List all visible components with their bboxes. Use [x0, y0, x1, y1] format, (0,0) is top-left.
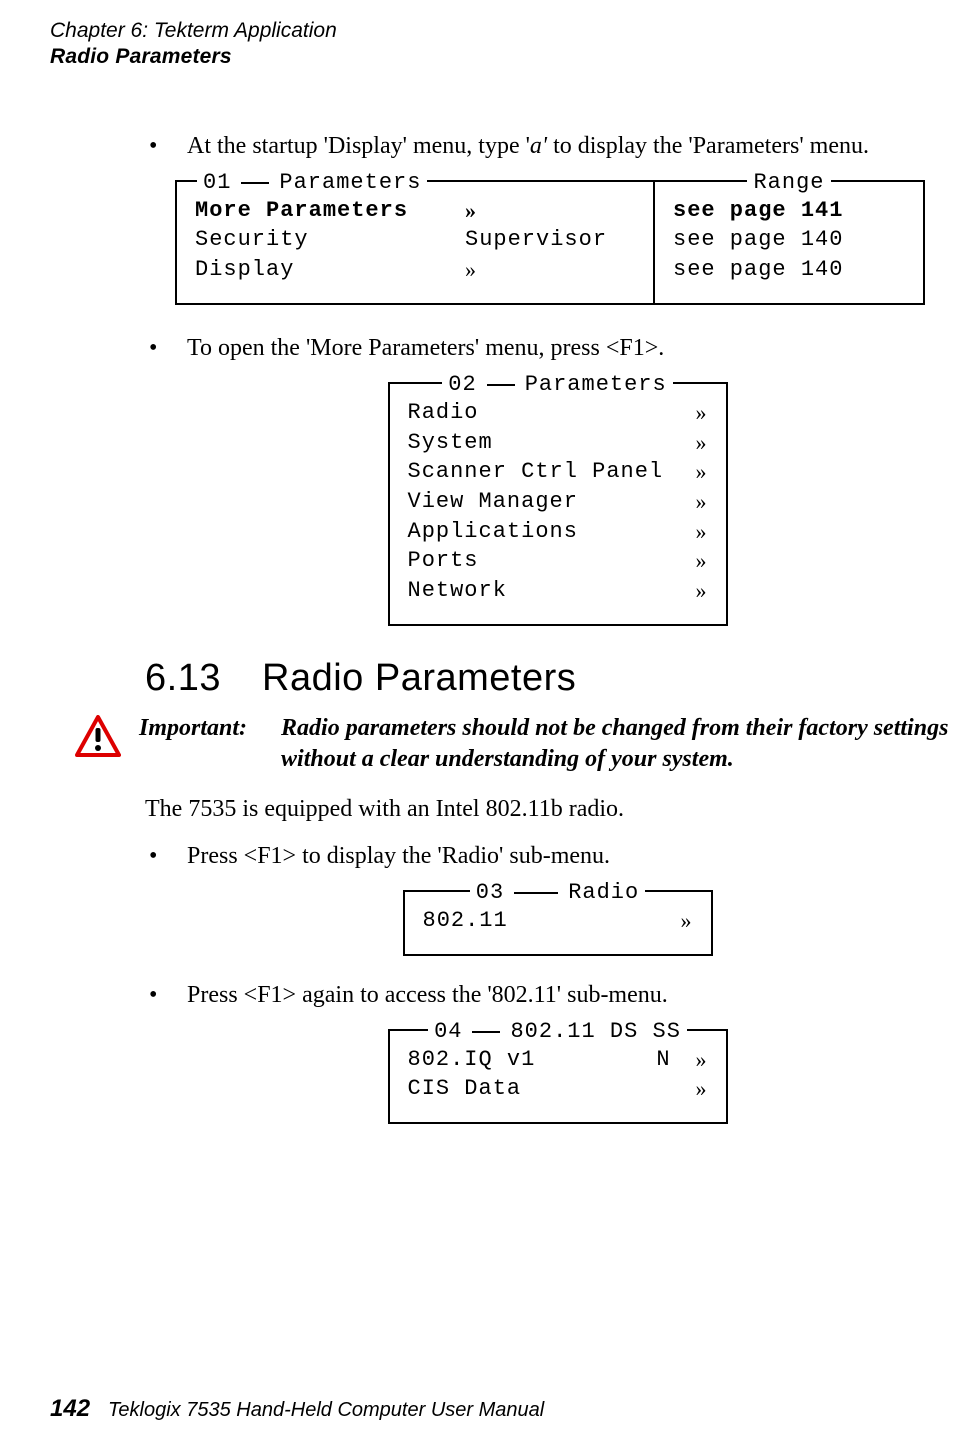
- menu-01-row-1: Security Supervisor: [195, 225, 635, 255]
- bullet-3-text: Press <F1> to display the 'Radio' sub-me…: [187, 843, 610, 869]
- menu-01-range-0-text: see page 141: [673, 196, 843, 226]
- menu-04-row-1-name: CIS Data: [408, 1074, 644, 1104]
- menu-03-item: 802.11: [423, 906, 681, 936]
- menu-01-row-2-val: »: [465, 255, 635, 285]
- menu-02-num: 02: [448, 370, 476, 400]
- menu-02-item-3: View Manager: [408, 487, 696, 517]
- menu-04-row-0: 802.IQ v1 N »: [408, 1045, 708, 1075]
- menu-04-row-0-mid: N: [644, 1045, 684, 1075]
- menu-01-row-1-val: Supervisor: [465, 225, 635, 255]
- legend-rule: [472, 1031, 500, 1033]
- arrow-icon: »: [696, 428, 708, 458]
- section-title: Radio Parameters: [262, 657, 576, 699]
- menu-01-range-1: see page 140: [673, 225, 905, 255]
- page-footer: 142 Teklogix 7535 Hand-Held Computer Use…: [50, 1395, 544, 1423]
- menu-02-item-1: System: [408, 428, 696, 458]
- book-title: Teklogix 7535 Hand-Held Computer User Ma…: [108, 1399, 544, 1422]
- menu-03-num: 03: [476, 878, 504, 908]
- menu-02-row-3: View Manager»: [408, 487, 708, 517]
- menu-01-range-0: see page 141: [673, 196, 905, 226]
- arrow-icon: »: [696, 398, 708, 428]
- menu-02-row-1: System»: [408, 428, 708, 458]
- arrow-icon: »: [696, 576, 708, 606]
- menu-02-title: Parameters: [525, 370, 667, 400]
- menu-03-title: Radio: [568, 878, 639, 908]
- menu-01-row-0: More Parameters »: [195, 196, 635, 226]
- menu-02-row-2: Scanner Ctrl Panel»: [408, 457, 708, 487]
- menu-04-num: 04: [434, 1017, 462, 1047]
- menu-02-parameters: 02 Parameters Radio» System» Scanner Ctr…: [388, 382, 728, 626]
- chapter-title: Chapter 6: Tekterm Application: [50, 18, 970, 44]
- menu-02-row-5: Ports»: [408, 546, 708, 576]
- legend-rule: [487, 384, 515, 386]
- arrow-icon: »: [696, 517, 708, 547]
- bullet-4: Press <F1> again to access the '802.11' …: [145, 980, 970, 1011]
- menu-01-parameters: 01 Parameters More Parameters » Security…: [175, 180, 655, 305]
- menu-01-row-0-name: More Parameters: [195, 196, 465, 226]
- menu-01-title: Parameters: [279, 168, 421, 198]
- menu-02-item-6: Network: [408, 576, 696, 606]
- menu-04-80211: 04 802.11 DS SS 802.IQ v1 N » CIS Data »: [388, 1029, 728, 1124]
- arrow-icon: »: [681, 906, 693, 936]
- menu-01-range: Range see page 141 see page 140 see page…: [655, 180, 925, 305]
- menu-01-row-2-name: Display: [195, 255, 465, 285]
- important-label: Important:: [139, 713, 263, 744]
- menu-04-row-0-name: 802.IQ v1: [408, 1045, 644, 1075]
- menu-01-row-2: Display »: [195, 255, 635, 285]
- arrow-icon: »: [684, 1074, 708, 1104]
- bullet-1: At the startup 'Display' menu, type 'a' …: [145, 131, 970, 162]
- menu-04-row-1: CIS Data »: [408, 1074, 708, 1104]
- page: Chapter 6: Tekterm Application Radio Par…: [0, 0, 980, 1451]
- section-title-head: Radio Parameters: [50, 44, 970, 70]
- section-heading: 6.13 Radio Parameters: [145, 654, 970, 703]
- menu-01-row-1-name: Security: [195, 225, 465, 255]
- menu-04-row-1-mid: [644, 1074, 684, 1104]
- bullet-list-4: Press <F1> again to access the '802.11' …: [145, 980, 970, 1011]
- bullet-3: Press <F1> to display the 'Radio' sub-me…: [145, 841, 970, 872]
- menu-01-range-title: Range: [753, 168, 824, 198]
- running-head: Chapter 6: Tekterm Application Radio Par…: [50, 18, 970, 71]
- menu-01-row-0-val: »: [465, 196, 635, 226]
- bullet-2-text: To open the 'More Parameters' menu, pres…: [187, 335, 664, 361]
- important-callout: Important: Radio parameters should not b…: [75, 713, 970, 775]
- page-number: 142: [50, 1395, 90, 1423]
- bullet-1-text-pre: At the startup 'Display' menu, type ': [187, 133, 530, 159]
- menu-01-wrap: 01 Parameters More Parameters » Security…: [175, 180, 970, 305]
- bullet-list-3: Press <F1> to display the 'Radio' sub-me…: [145, 841, 970, 872]
- menu-01-num: 01: [203, 168, 231, 198]
- legend-rule: [514, 892, 558, 894]
- menu-02-row-0: Radio»: [408, 398, 708, 428]
- section-number: 6.13: [145, 654, 221, 703]
- bullet-list-1: At the startup 'Display' menu, type 'a' …: [145, 131, 970, 162]
- warning-icon: [75, 715, 121, 768]
- menu-02-row-6: Network»: [408, 576, 708, 606]
- important-text: Radio parameters should not be changed f…: [281, 713, 970, 775]
- arrow-icon: »: [696, 546, 708, 576]
- menu-01-range-2: see page 140: [673, 255, 905, 285]
- menu-02-item-4: Applications: [408, 517, 696, 547]
- menu-01-range-1-text: see page 140: [673, 225, 843, 255]
- bullet-1-em: a': [530, 133, 547, 159]
- menu-03-row-0: 802.11 »: [423, 906, 693, 936]
- arrow-icon: »: [696, 487, 708, 517]
- menu-02-item-5: Ports: [408, 546, 696, 576]
- menu-02-item-0: Radio: [408, 398, 696, 428]
- legend-rule: [241, 182, 269, 184]
- arrow-icon: »: [684, 1045, 708, 1075]
- bullet-list-2: To open the 'More Parameters' menu, pres…: [145, 333, 970, 364]
- arrow-icon: »: [696, 457, 708, 487]
- paragraph-1: The 7535 is equipped with an Intel 802.1…: [145, 794, 970, 825]
- menu-01-range-2-text: see page 140: [673, 255, 843, 285]
- menu-02-row-4: Applications»: [408, 517, 708, 547]
- bullet-4-text: Press <F1> again to access the '802.11' …: [187, 982, 668, 1008]
- bullet-1-text-post: to display the 'Parameters' menu.: [547, 133, 869, 159]
- menu-02-item-2: Scanner Ctrl Panel: [408, 457, 696, 487]
- menu-03-radio: 03 Radio 802.11 »: [403, 890, 713, 956]
- bullet-2: To open the 'More Parameters' menu, pres…: [145, 333, 970, 364]
- menu-04-title: 802.11 DS SS: [510, 1017, 680, 1047]
- page-body: At the startup 'Display' menu, type 'a' …: [50, 131, 970, 1125]
